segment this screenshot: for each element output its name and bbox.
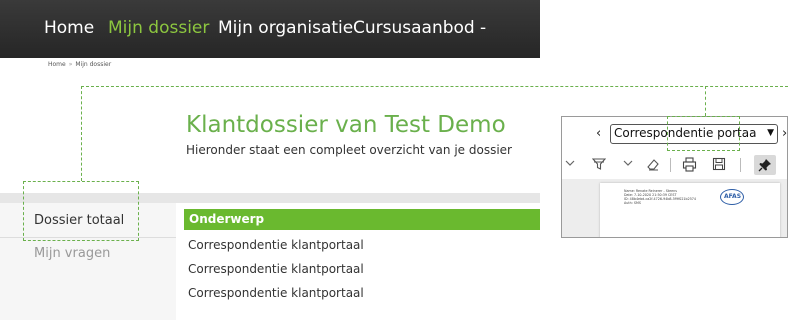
page-title: Klantdossier van Test Demo <box>186 112 506 138</box>
eraser-icon[interactable] <box>646 157 660 171</box>
filter-icon[interactable] <box>592 157 606 171</box>
table-row[interactable]: Correspondentie klantportaal <box>188 262 364 276</box>
nav-home[interactable]: Home <box>44 18 94 38</box>
chevron-down-icon: ▼ <box>767 128 774 138</box>
nav-mijn-dossier[interactable]: Mijn dossier <box>108 18 209 38</box>
highlight-box-dossier-totaal <box>23 181 139 241</box>
document-page: Name: Renate Reinerer - Steens Date: 7-1… <box>600 183 780 237</box>
table-row[interactable]: Correspondentie klantportaal <box>188 286 364 300</box>
toolbar-separator <box>670 158 671 172</box>
breadcrumb-separator: » <box>68 61 73 68</box>
top-navigation: Home Mijn dossier Mijn organisatie Cursu… <box>0 0 540 58</box>
save-icon[interactable] <box>712 157 726 171</box>
toolbar-separator <box>740 158 741 172</box>
nav-more[interactable]: - <box>480 18 486 38</box>
document-preview: Name: Renate Reinerer - Steens Date: 7-1… <box>562 179 787 237</box>
pin-icon[interactable] <box>754 155 776 175</box>
table-header: Onderwerp <box>184 209 540 230</box>
sidebar-item-mijn-vragen[interactable]: Mijn vragen <box>34 246 110 261</box>
highlight-box-print-save <box>667 116 740 151</box>
callout-line <box>705 86 706 116</box>
viewer-toolbar <box>562 153 787 177</box>
nav-mijn-organisatie[interactable]: Mijn organisatie <box>218 18 353 38</box>
column-header-onderwerp[interactable]: Onderwerp <box>189 212 264 226</box>
nav-cursusaanbod[interactable]: Cursusaanbod <box>353 18 475 38</box>
callout-line <box>81 86 82 181</box>
table-row[interactable]: Correspondentie klantportaal <box>188 238 364 252</box>
breadcrumb-current: Mijn dossier <box>75 61 112 68</box>
print-icon[interactable] <box>682 157 697 172</box>
breadcrumb-home[interactable]: Home <box>48 61 66 68</box>
callout-line <box>81 86 788 87</box>
chevron-down-icon[interactable] <box>622 157 634 169</box>
seal-text: AFAS <box>724 193 742 200</box>
breadcrumb: Home» Mijn dossier <box>48 61 111 68</box>
afas-seal-logo: AFAS <box>720 189 744 205</box>
chevron-down-icon[interactable] <box>564 157 576 169</box>
page-subtitle: Hieronder staat een compleet overzicht v… <box>186 143 512 157</box>
next-document-button[interactable]: › <box>782 126 787 141</box>
previous-document-button[interactable]: ‹ <box>596 126 601 141</box>
document-meta-line: Auth: SMS <box>624 201 641 205</box>
